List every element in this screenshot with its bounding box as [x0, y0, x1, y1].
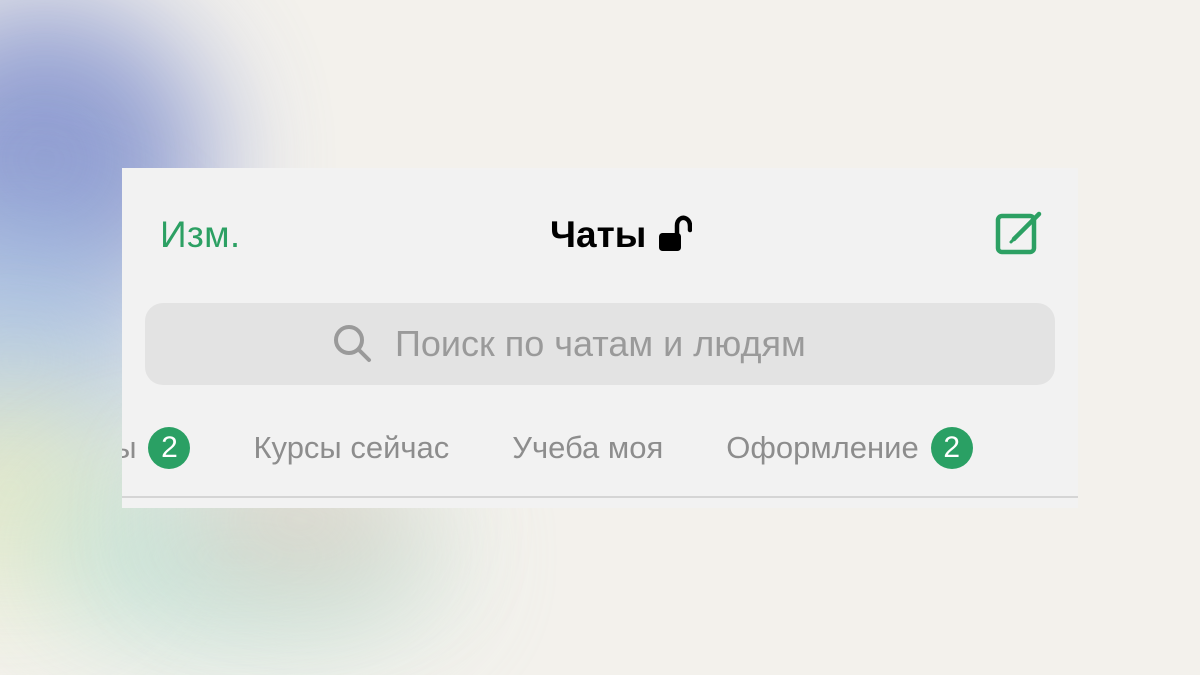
tabs-divider	[122, 496, 1078, 498]
tab-my-study[interactable]: Учеба моя	[512, 423, 663, 473]
unread-badge: 2	[148, 427, 191, 469]
folder-tabs: ты 2 Курсы сейчас Учеба моя Оформление 2	[122, 423, 973, 473]
tab-label: Курсы сейчас	[253, 430, 450, 465]
title-area: Чаты	[550, 212, 693, 258]
edit-button[interactable]: Изм.	[160, 212, 240, 258]
compose-icon[interactable]	[994, 207, 1046, 259]
unread-badge: 2	[930, 427, 973, 469]
tab-label: ты	[122, 430, 137, 465]
search-input[interactable]	[393, 322, 867, 366]
tab-partial-chats[interactable]: ты 2	[122, 423, 191, 473]
page-title: Чаты	[550, 214, 647, 255]
search-bar[interactable]	[145, 303, 1055, 385]
open-lock-icon[interactable]	[656, 215, 693, 255]
search-icon	[334, 325, 371, 362]
tab-label: Оформление	[726, 430, 919, 465]
tab-design[interactable]: Оформление 2	[726, 423, 973, 473]
tab-courses-now[interactable]: Курсы сейчас	[253, 423, 449, 473]
tab-label: Учеба моя	[512, 430, 664, 465]
chat-list-header-panel: Изм. Чаты ты 2 Курсы сейчас Учеба моя	[122, 168, 1078, 508]
